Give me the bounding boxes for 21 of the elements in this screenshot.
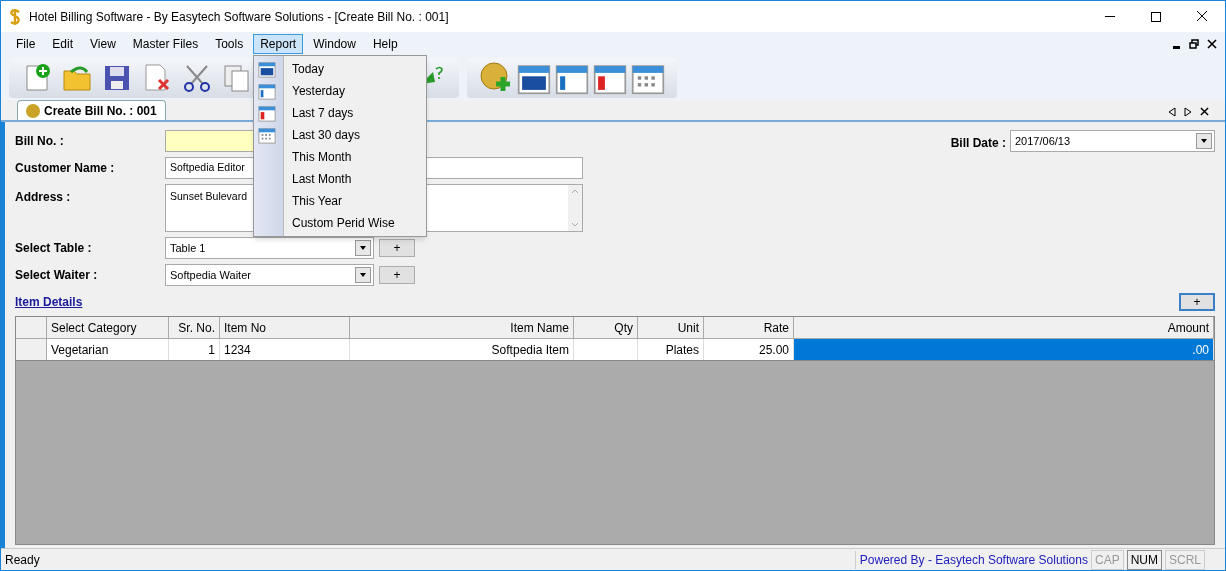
field-label: Bill No. : — [15, 133, 65, 150]
field-value: Softpedia Waiter — [169, 267, 252, 283]
field-label: Customer Name : — [15, 160, 116, 177]
field-label: Select Waiter : — [15, 267, 99, 284]
key-indicator: CAP — [1090, 549, 1124, 570]
table-cell: 1234 — [220, 339, 350, 360]
field-value: 2017/06/13 — [1014, 133, 1072, 149]
key-indicator: SCRL — [1165, 549, 1205, 570]
field-label: Select Table : — [15, 240, 93, 257]
table-cell: 1 — [169, 339, 220, 360]
powered-by-text: Powered By - Easytech Software Solutions — [854, 550, 1088, 569]
status-text: Ready — [5, 551, 40, 569]
field-value: Table 1 — [169, 240, 207, 256]
key-indicator: NUM — [1126, 549, 1162, 570]
table-cell: Softpedia Item — [350, 339, 574, 360]
table-cell: Vegetarian — [47, 339, 169, 360]
table-cell: .00 — [794, 339, 1214, 360]
field-label: Address : — [15, 189, 72, 206]
table-cell: Plates — [638, 339, 704, 360]
field-label: Bill Date : — [950, 135, 1006, 152]
window-title: Hotel Billing Software - By Easytech Software Solutions - [Create Bill No. : 001] — [29, 8, 449, 26]
